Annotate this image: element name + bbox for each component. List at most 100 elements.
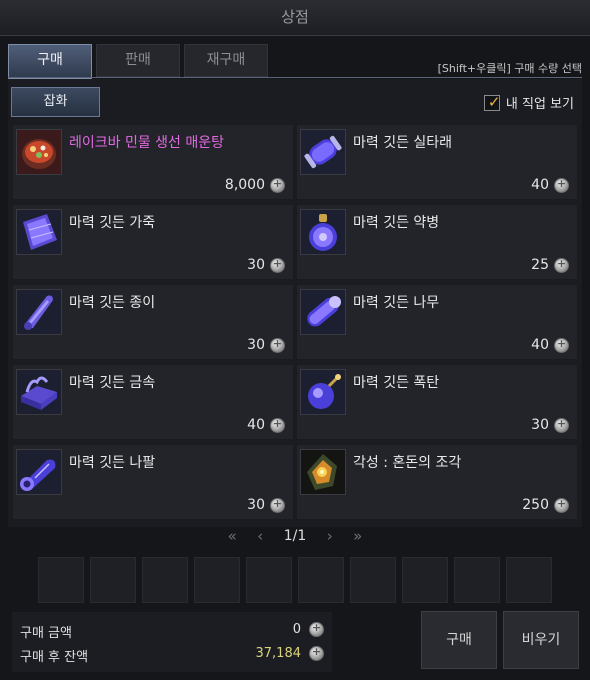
silver-coin-icon <box>270 177 285 193</box>
price-value: 30 <box>247 497 265 513</box>
tab-underline <box>8 77 582 78</box>
cart-slot[interactable] <box>194 557 240 603</box>
cart-slot[interactable] <box>90 557 136 603</box>
silver-coin-icon <box>554 497 569 513</box>
cart-slot[interactable] <box>142 557 188 603</box>
shop-item[interactable]: 마력 깃든 가죽 30 <box>12 204 294 280</box>
tab-buy[interactable]: 구매 <box>8 44 92 79</box>
shop-item[interactable]: 각성 : 혼돈의 조각 250 <box>296 444 578 520</box>
cart-slots <box>38 557 554 603</box>
silver-coin-icon <box>554 337 569 353</box>
shop-item[interactable]: 마력 깃든 나무 40 <box>296 284 578 360</box>
cart-slot[interactable] <box>350 557 396 603</box>
item-price: 30 <box>247 257 285 273</box>
last-page-button[interactable]: » <box>353 527 362 545</box>
price-value: 25 <box>531 257 549 273</box>
cart-slot[interactable] <box>246 557 292 603</box>
shop-item[interactable]: 마력 깃든 약병 25 <box>296 204 578 280</box>
pagination: « ‹ 1/1 › » <box>0 527 590 549</box>
silver-coin-icon <box>554 417 569 433</box>
silver-coin-icon <box>270 497 285 513</box>
shop-item[interactable]: 마력 깃든 금속 40 <box>12 364 294 440</box>
item-price: 40 <box>247 417 285 433</box>
silver-coin-icon <box>270 337 285 353</box>
item-price: 40 <box>531 177 569 193</box>
shop-item[interactable]: 마력 깃든 종이 30 <box>12 284 294 360</box>
item-name: 마력 깃든 가죽 <box>69 215 156 231</box>
purchase-amount-row: 구매 금액 0 <box>20 621 324 641</box>
silver-coin-icon <box>554 257 569 273</box>
item-name: 마력 깃든 폭탄 <box>353 375 440 391</box>
item-price: 40 <box>531 337 569 353</box>
clear-button[interactable]: 비우기 <box>503 611 579 669</box>
item-name: 마력 깃든 약병 <box>353 215 440 231</box>
item-name: 각성 : 혼돈의 조각 <box>353 455 462 471</box>
paper-scroll-icon <box>16 289 62 335</box>
item-price: 25 <box>531 257 569 273</box>
quantity-hint: [Shift+우클릭] 구매 수량 선택 <box>437 62 582 75</box>
cart-slot[interactable] <box>298 557 344 603</box>
item-name: 마력 깃든 종이 <box>69 295 156 311</box>
item-name: 마력 깃든 나팔 <box>69 455 156 471</box>
job-filter-checkbox[interactable]: ✓ <box>483 92 501 111</box>
fish-stew-icon <box>16 129 62 175</box>
item-name: 마력 깃든 금속 <box>69 375 156 391</box>
price-value: 40 <box>247 417 265 433</box>
cart-slot[interactable] <box>506 557 552 603</box>
price-value: 40 <box>531 177 549 193</box>
shop-item[interactable]: 마력 깃든 폭탄 30 <box>296 364 578 440</box>
checkmark-icon: ✓ <box>487 92 501 111</box>
shop-tabs: 구매 판매 재구매 <box>8 44 272 79</box>
window-title: 상점 <box>0 0 590 36</box>
item-name: 마력 깃든 실타래 <box>353 135 453 151</box>
item-name: 레이크바 민물 생선 매운탕 <box>69 135 225 151</box>
balance-label: 구매 후 잔액 <box>20 650 89 665</box>
next-page-button[interactable]: › <box>327 527 333 545</box>
item-price: 30 <box>247 497 285 513</box>
price-value: 40 <box>531 337 549 353</box>
item-price: 8,000 <box>225 177 285 193</box>
item-price: 250 <box>522 497 569 513</box>
job-filter-label: 내 직업 보기 <box>505 97 574 112</box>
prev-page-button[interactable]: ‹ <box>257 527 263 545</box>
tab-buyback[interactable]: 재구매 <box>184 44 268 77</box>
silver-coin-icon <box>309 645 324 661</box>
chaos-shard-icon <box>300 449 346 495</box>
item-name: 마력 깃든 나무 <box>353 295 440 311</box>
price-value: 8,000 <box>224 177 265 193</box>
first-page-button[interactable]: « <box>228 527 237 545</box>
item-price: 30 <box>531 417 569 433</box>
thread-spool-icon <box>300 129 346 175</box>
shop-item[interactable]: 마력 깃든 실타래 40 <box>296 124 578 200</box>
potion-bottle-icon <box>300 209 346 255</box>
metal-ingot-icon <box>16 369 62 415</box>
silver-coin-icon <box>270 257 285 273</box>
silver-coin-icon <box>554 177 569 193</box>
bomb-icon <box>300 369 346 415</box>
leather-icon <box>16 209 62 255</box>
balance-value: 37,184 <box>255 646 302 661</box>
shop-item[interactable]: 레이크바 민물 생선 매운탕 8,000 <box>12 124 294 200</box>
purchase-summary: 구매 금액 0 구매 후 잔액 37,184 <box>12 612 332 672</box>
cart-slot[interactable] <box>454 557 500 603</box>
buy-button[interactable]: 구매 <box>421 611 497 669</box>
page-indicator: 1/1 <box>283 528 307 544</box>
my-job-filter[interactable]: ✓ 내 직업 보기 <box>483 92 574 112</box>
category-button-misc[interactable]: 잡화 <box>11 87 100 117</box>
purchase-amount-label: 구매 금액 <box>20 626 72 641</box>
silver-coin-icon <box>309 621 324 637</box>
cart-slot[interactable] <box>402 557 448 603</box>
cart-slot[interactable] <box>38 557 84 603</box>
balance-row: 구매 후 잔액 37,184 <box>20 645 324 665</box>
price-value: 30 <box>247 337 265 353</box>
tab-sell[interactable]: 판매 <box>96 44 180 77</box>
horn-icon <box>16 449 62 495</box>
shop-item[interactable]: 마력 깃든 나팔 30 <box>12 444 294 520</box>
price-value: 30 <box>531 417 549 433</box>
purchase-amount-value: 0 <box>292 622 301 637</box>
price-value: 30 <box>247 257 265 273</box>
wood-log-icon <box>300 289 346 335</box>
silver-coin-icon <box>270 417 285 433</box>
price-value: 250 <box>522 497 549 513</box>
item-price: 30 <box>247 337 285 353</box>
